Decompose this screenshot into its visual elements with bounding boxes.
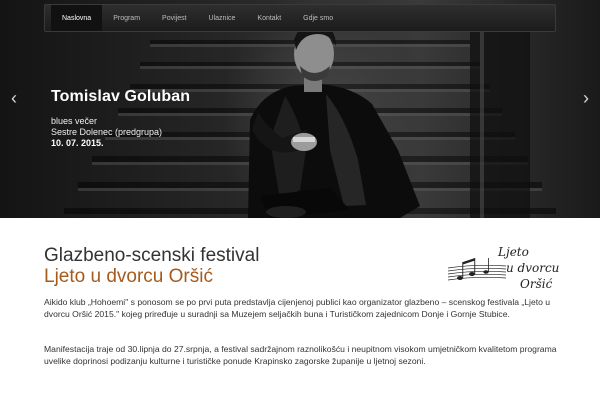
slide-line-support: Sestre Dolenec (predgrupa) xyxy=(51,127,163,137)
nav-item-kontakt[interactable]: Kontakt xyxy=(246,5,292,31)
festival-logo: Ljeto u dvorcu Oršić xyxy=(446,242,564,298)
slide-caption: Tomislav Goluban blues večer Sestre Dole… xyxy=(51,88,190,149)
nav-item-naslovna[interactable]: Naslovna xyxy=(51,5,103,31)
chevron-left-icon: ‹ xyxy=(11,88,17,108)
nav-item-gdje-smo[interactable]: Gdje smo xyxy=(292,5,344,31)
festival-paragraph: Manifestacija traje od 30.lipnja do 27.s… xyxy=(44,344,557,366)
page-title: Glazbeno-scenski festival xyxy=(44,245,260,266)
logo-text-line-2: u dvorcu xyxy=(506,261,560,275)
logo-text-line-1: Ljeto xyxy=(498,245,529,259)
nav-item-program[interactable]: Program xyxy=(102,5,151,31)
main-content: Glazbeno-scenski festival Ljeto u dvorcu… xyxy=(0,218,600,400)
logo-text-line-3: Oršić xyxy=(520,277,553,291)
slide-date: 10. 07. 2015. xyxy=(51,138,104,148)
chevron-right-icon: › xyxy=(583,88,589,108)
nav-item-ulaznice[interactable]: Ulaznice xyxy=(198,5,247,31)
main-nav: Naslovna Program Povijest Ulaznice Konta… xyxy=(44,4,556,32)
slider-next-button[interactable]: › xyxy=(578,88,594,108)
slider-prev-button[interactable]: ‹ xyxy=(6,88,22,108)
nav-item-povijest[interactable]: Povijest xyxy=(151,5,198,31)
intro-paragraph: Aikido klub „Hohoemi" s ponosom se po pr… xyxy=(44,297,551,319)
hero-slider: Naslovna Program Povijest Ulaznice Konta… xyxy=(0,0,600,218)
slide-title: Tomislav Goluban xyxy=(51,88,191,105)
slide-line-event: blues večer xyxy=(51,116,98,126)
page-subtitle: Ljeto u dvorcu Oršić xyxy=(44,266,213,287)
